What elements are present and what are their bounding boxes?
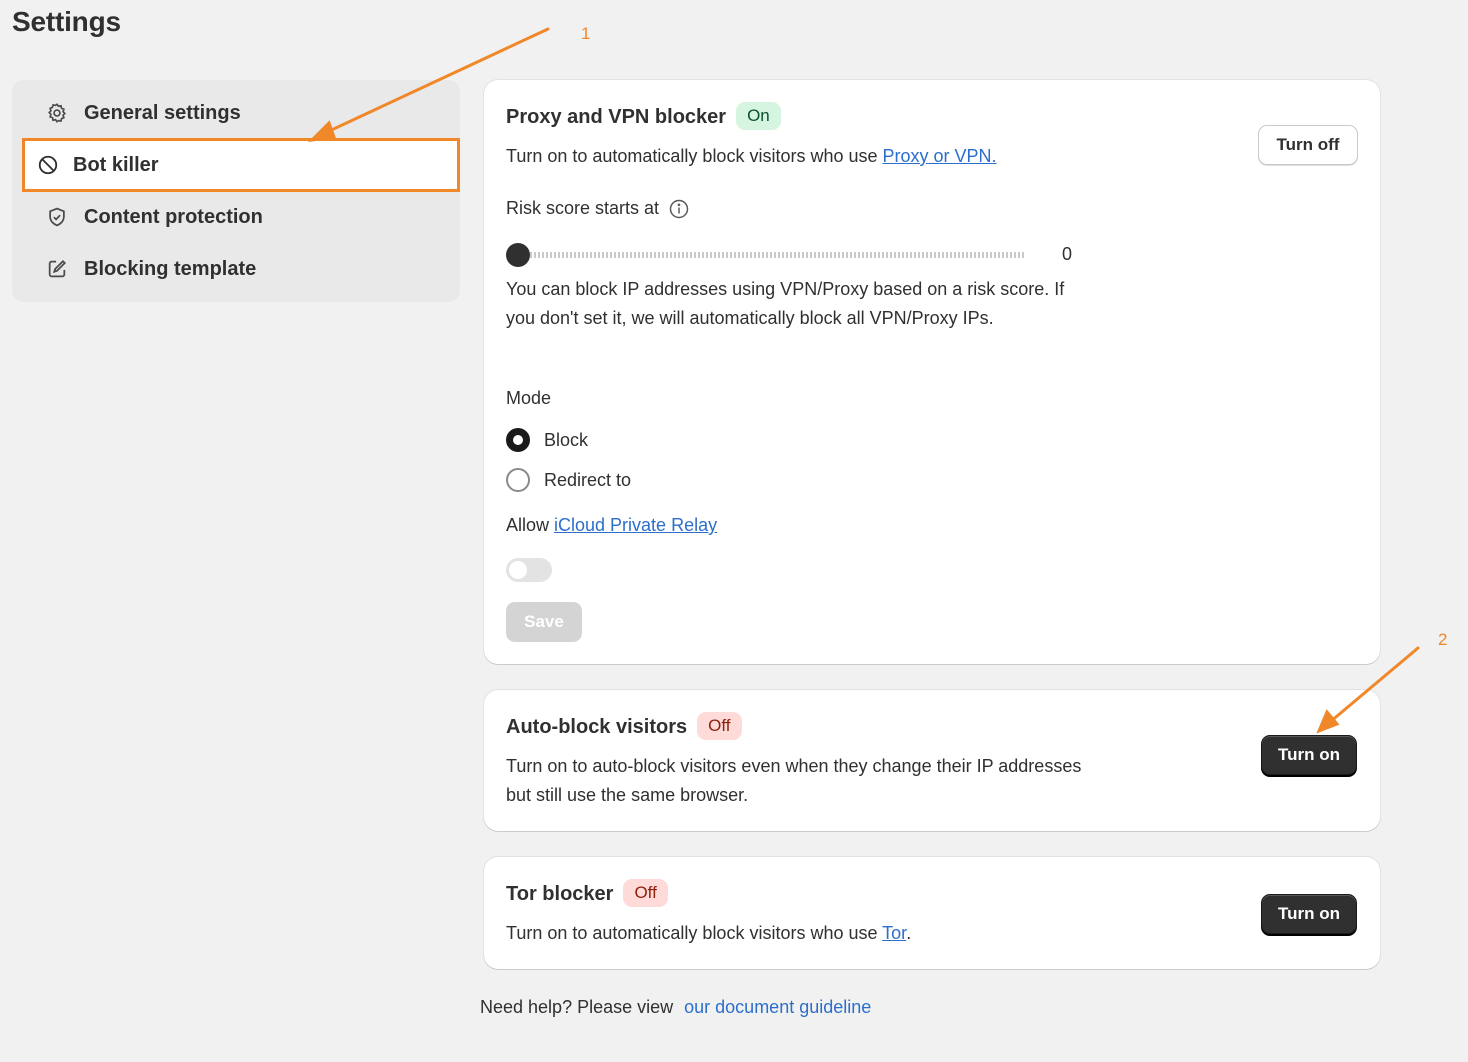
sidebar-item-label: Content protection bbox=[84, 205, 263, 228]
sidebar-item-label: Blocking template bbox=[84, 257, 257, 280]
block-icon bbox=[37, 154, 59, 176]
radio-button[interactable] bbox=[506, 468, 530, 492]
card-title-text: Proxy and VPN blocker bbox=[506, 106, 727, 128]
tor-blocker-card: Tor blocker Off Turn on to automatically … bbox=[484, 857, 1380, 969]
shield-check-icon bbox=[46, 206, 68, 228]
tor-link[interactable]: Tor bbox=[882, 923, 906, 943]
card-title-text: Auto-block visitors bbox=[506, 716, 688, 738]
allow-icloud-label: Allow iCloud Private Relay bbox=[506, 511, 717, 540]
icloud-relay-toggle[interactable] bbox=[506, 558, 552, 582]
sidebar-item-bot-killer[interactable]: Bot killer bbox=[22, 138, 460, 192]
allow-text: Allow bbox=[506, 515, 555, 535]
risk-label-text: Risk score starts at bbox=[506, 198, 660, 218]
auto-block-card: Auto-block visitors Off Turn on to auto-b… bbox=[484, 690, 1380, 831]
toggle-knob bbox=[509, 561, 527, 579]
risk-score-value: 0 bbox=[1062, 244, 1073, 264]
risk-score-label: Risk score starts at bbox=[506, 194, 689, 223]
sidebar-item-general-settings[interactable]: General settings bbox=[24, 89, 448, 137]
card-title-text: Tor blocker bbox=[506, 883, 614, 905]
help-label: Need help? Please view bbox=[480, 997, 674, 1017]
icloud-private-relay-link[interactable]: iCloud Private Relay bbox=[554, 515, 717, 535]
card-description: Turn on to automatically block visitors … bbox=[506, 919, 911, 948]
radio-button[interactable] bbox=[506, 428, 530, 452]
gear-icon bbox=[46, 102, 68, 124]
settings-sidebar: General settings Bot killer Content prot… bbox=[12, 80, 460, 302]
mode-label: Mode bbox=[506, 388, 552, 408]
annotation-label-1: 1 bbox=[581, 24, 591, 43]
sidebar-item-label: General settings bbox=[84, 101, 241, 124]
turn-off-button[interactable]: Turn off bbox=[1258, 125, 1358, 165]
card-title: Proxy and VPN blocker On bbox=[506, 102, 781, 130]
document-guideline-link[interactable]: our document guideline bbox=[684, 997, 871, 1017]
card-title: Tor blocker Off bbox=[506, 879, 668, 907]
desc-text: Turn on to automatically block visitors … bbox=[506, 146, 883, 166]
sidebar-item-label: Bot killer bbox=[73, 153, 159, 176]
status-badge: On bbox=[736, 102, 781, 130]
proxy-vpn-card: Proxy and VPN blocker On Turn off Turn on… bbox=[484, 80, 1380, 664]
mode-option-redirect[interactable]: Redirect to bbox=[506, 468, 631, 492]
page-title: Settings bbox=[12, 6, 121, 37]
edit-icon bbox=[46, 258, 68, 280]
turn-on-button[interactable]: Turn on bbox=[1261, 735, 1357, 775]
turn-on-button[interactable]: Turn on bbox=[1261, 894, 1357, 934]
mode-option-block[interactable]: Block bbox=[506, 428, 588, 452]
help-text: Need help? Please view our document guid… bbox=[480, 997, 871, 1018]
sidebar-item-content-protection[interactable]: Content protection bbox=[24, 193, 448, 241]
desc-text: Turn on to automatically block visitors … bbox=[506, 923, 883, 943]
card-title: Auto-block visitors Off bbox=[506, 712, 742, 740]
info-icon[interactable] bbox=[669, 199, 689, 219]
proxy-vpn-link[interactable]: Proxy or VPN. bbox=[883, 146, 997, 166]
risk-score-slider-track[interactable] bbox=[506, 252, 1026, 258]
desc-suffix: . bbox=[906, 923, 912, 943]
card-description: Turn on to auto-block visitors even when… bbox=[506, 756, 1082, 805]
risk-score-help-text: You can block IP addresses using VPN/Pro… bbox=[506, 279, 1065, 328]
sidebar-item-blocking-template[interactable]: Blocking template bbox=[24, 245, 448, 293]
radio-label: Block bbox=[544, 429, 589, 450]
status-badge: Off bbox=[697, 712, 742, 740]
risk-score-slider-thumb[interactable] bbox=[506, 243, 530, 267]
annotation-label-2: 2 bbox=[1438, 630, 1448, 649]
card-description: Turn on to automatically block visitors … bbox=[506, 142, 997, 171]
radio-label: Redirect to bbox=[544, 469, 632, 490]
status-badge: Off bbox=[623, 879, 668, 907]
save-button[interactable]: Save bbox=[506, 602, 582, 642]
